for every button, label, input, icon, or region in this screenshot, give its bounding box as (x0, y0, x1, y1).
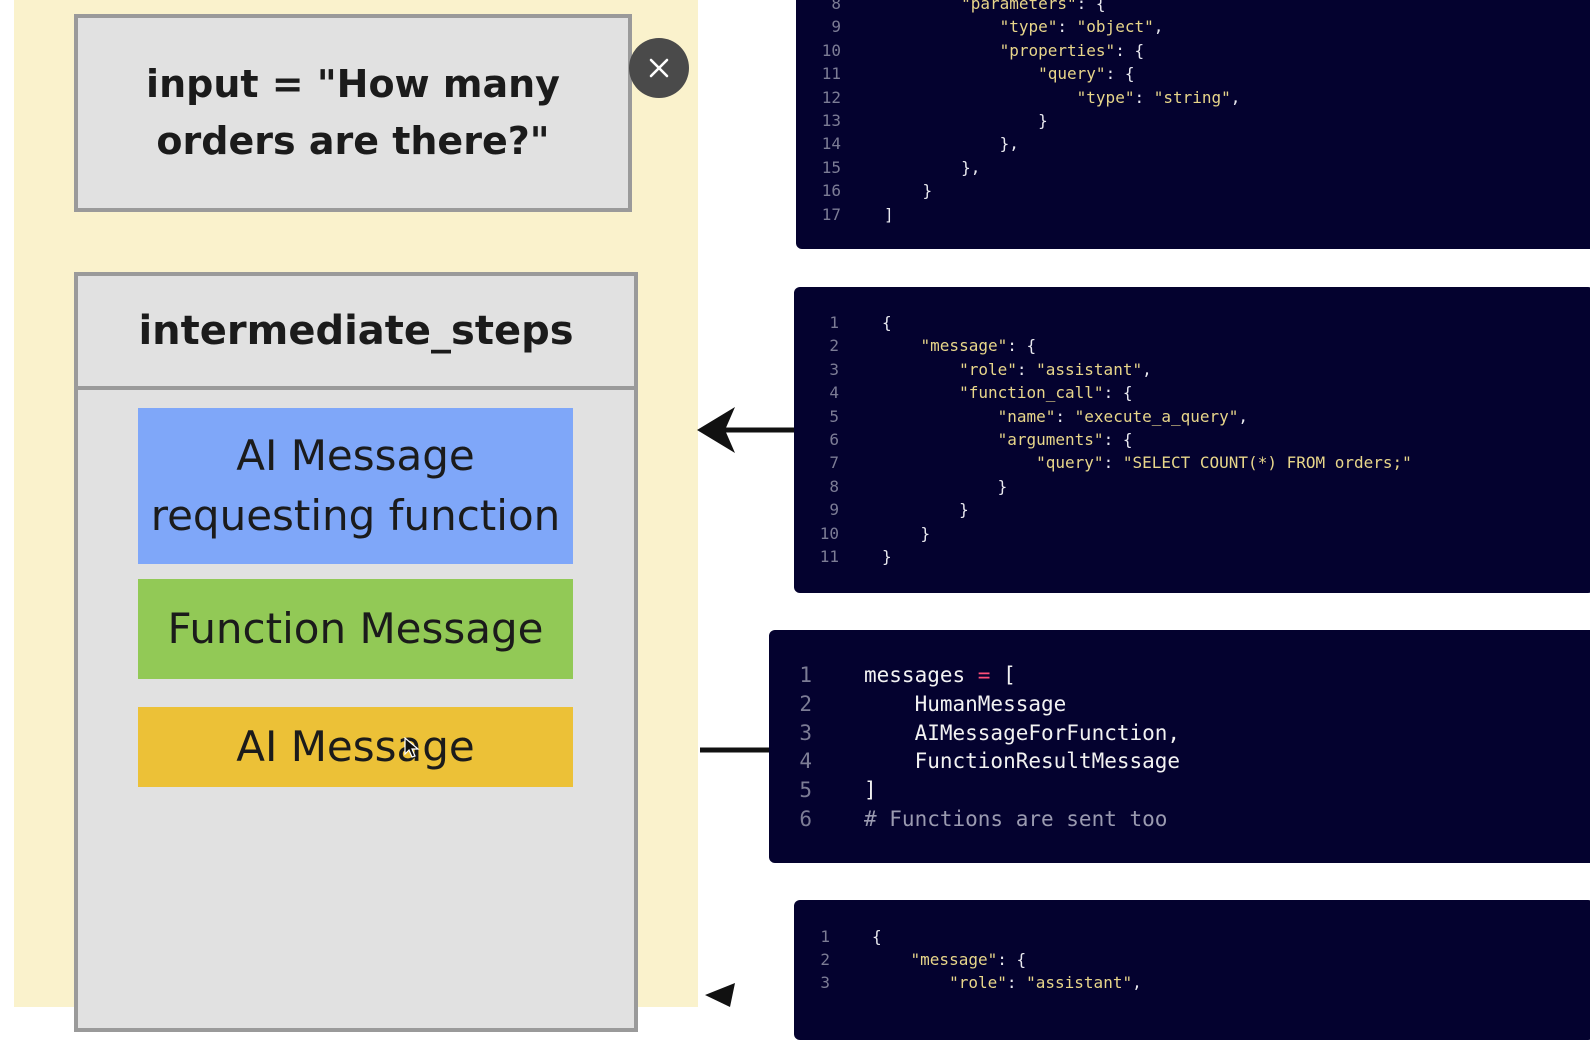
line-number: 6 (829, 430, 839, 449)
code-text: "message": { (920, 336, 1037, 356)
line-number: 11 (819, 547, 839, 566)
code-text: } (882, 476, 1008, 496)
line-number: 14 (821, 134, 841, 154)
line-number: 4 (799, 749, 812, 774)
line-number: 1 (799, 663, 812, 687)
line-number: 16 (821, 181, 841, 201)
code-text: { (882, 313, 892, 332)
code-text: "message": { (910, 950, 1027, 970)
line-number: 3 (799, 720, 812, 745)
code-text: "role": "assistant", (959, 359, 1152, 379)
code-text: "type": "string", (1076, 87, 1241, 107)
line-number: 2 (820, 950, 830, 970)
code-text: }, (884, 134, 1019, 154)
line-number: 9 (831, 17, 841, 37)
line-number: 8 (829, 476, 839, 496)
code-block-function-schema: 8 "parameters": { 9 "type": "object", 10 "… (796, 0, 1590, 249)
code-block-response: 1 {2 "message": { 3 "role": "assistant", (794, 900, 1590, 1040)
line-number: 10 (821, 40, 841, 60)
line-number: 5 (799, 778, 812, 803)
code-text: "function_call": { (959, 383, 1133, 403)
code-text: "role": "assistant", (949, 973, 1142, 993)
line-number: 7 (829, 453, 839, 473)
code-text: } (882, 547, 892, 566)
line-number: 3 (829, 359, 839, 379)
code-block-messages: 1 messages = [ 2 HumanMessage 3 AIMessageFo… (769, 630, 1590, 863)
code-text: messages = [ (864, 663, 1016, 687)
line-number: 15 (821, 157, 841, 177)
arrow-head-partial-icon (705, 983, 735, 1007)
code-text: } (884, 111, 1048, 130)
line-number: 1 (820, 927, 830, 946)
code-text: FunctionResultMessage (864, 749, 1181, 774)
code-text: "name": "execute_a_query", (997, 406, 1249, 426)
code-text: ] (884, 204, 894, 224)
code-text: "type": "object", (999, 17, 1164, 37)
line-number: 3 (820, 973, 830, 993)
line-number: 13 (821, 111, 841, 130)
code-text: AIMessageForFunction, (864, 720, 1181, 745)
code-text: } (884, 181, 933, 201)
line-number: 11 (821, 64, 841, 84)
code-text: } (882, 523, 931, 543)
code-text: "parameters": { (961, 0, 1106, 13)
line-number: 2 (799, 691, 812, 716)
code-text: { (872, 927, 882, 946)
code-text: "query": "SELECT COUNT(*) FROM orders;" (1036, 453, 1412, 473)
code-text: ] (864, 778, 877, 803)
code-block-function-call: 1{2 "message": {3 "role": "assistant", 4 … (794, 287, 1590, 593)
line-number: 1 (829, 313, 839, 332)
code-text: "query": { (1038, 64, 1135, 84)
line-number: 17 (821, 204, 841, 224)
line-number: 5 (829, 406, 839, 426)
line-number: 10 (819, 523, 839, 543)
code-text: "arguments": { (997, 430, 1133, 449)
line-number: 6 (799, 807, 812, 831)
code-text: HumanMessage (864, 691, 1067, 716)
line-number: 4 (829, 383, 839, 403)
line-number: 2 (829, 336, 839, 356)
code-text: # Functions are sent too (864, 807, 1168, 831)
line-number: 9 (829, 500, 839, 520)
line-number: 8 (831, 0, 841, 13)
code-text: }, (884, 157, 981, 177)
code-text: } (882, 500, 969, 520)
line-number: 12 (821, 87, 841, 107)
code-text: "properties": { (999, 40, 1145, 60)
